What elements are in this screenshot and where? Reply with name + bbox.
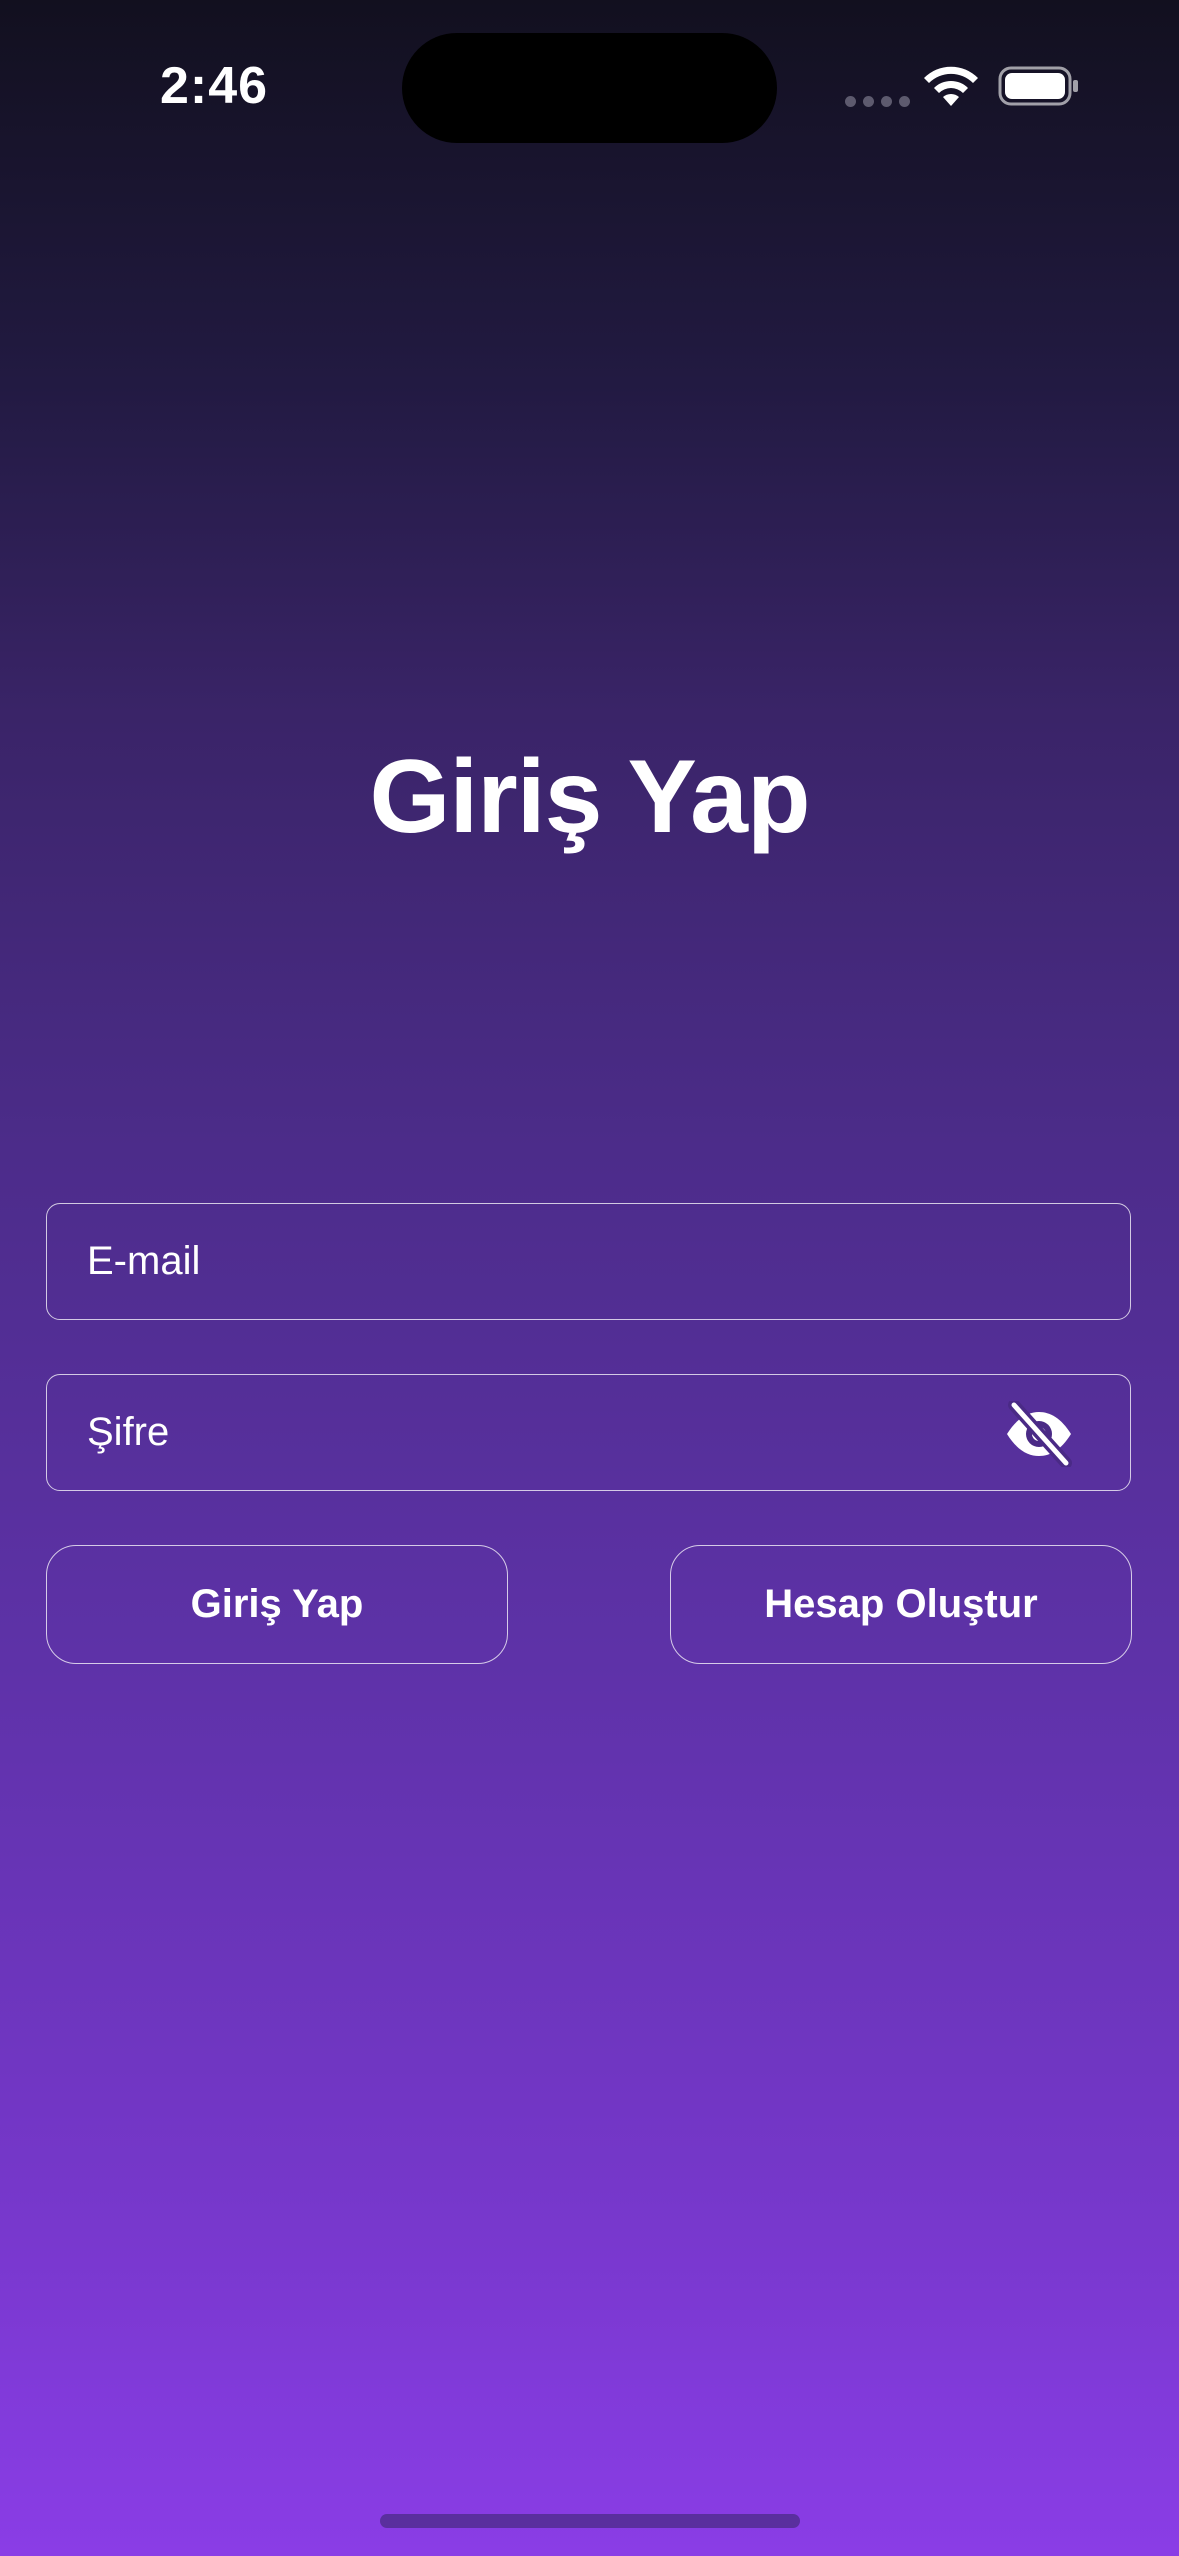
- cellular-signal-icon: [845, 96, 910, 107]
- status-time: 2:46: [160, 57, 269, 115]
- eye-off-icon[interactable]: [1004, 1401, 1074, 1467]
- password-field[interactable]: [46, 1374, 1131, 1491]
- email-field[interactable]: [46, 1203, 1131, 1320]
- create-account-button[interactable]: Hesap Oluştur: [670, 1545, 1132, 1664]
- dynamic-island: [402, 33, 777, 143]
- wifi-icon: [924, 66, 978, 106]
- password-input[interactable]: [87, 1375, 967, 1490]
- email-input[interactable]: [87, 1204, 967, 1319]
- battery-icon: [998, 66, 1078, 106]
- status-bar: 2:46: [0, 0, 1179, 170]
- login-button[interactable]: Giriş Yap: [46, 1545, 508, 1664]
- home-indicator[interactable]: [380, 2514, 800, 2528]
- page-title: Giriş Yap: [369, 739, 810, 855]
